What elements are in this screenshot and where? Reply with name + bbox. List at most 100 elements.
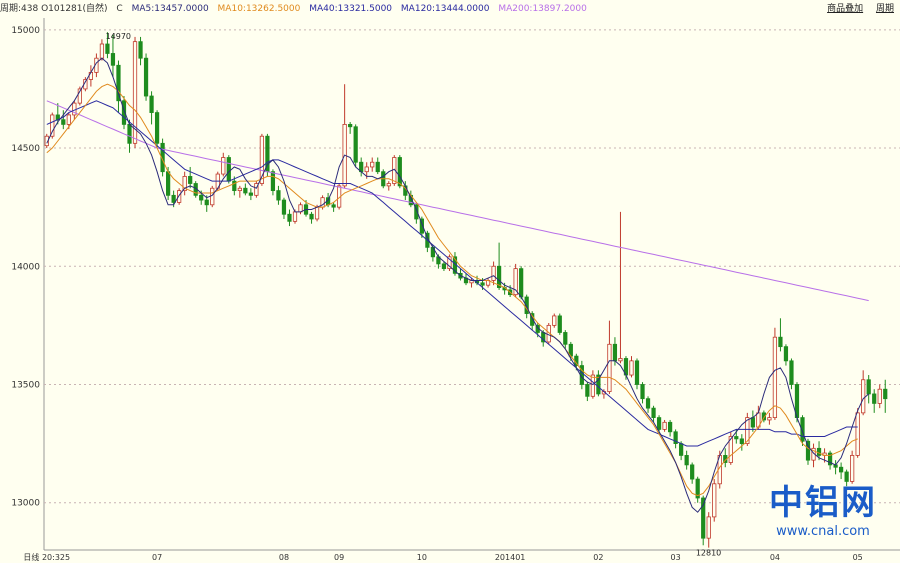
candle-body [651, 407, 656, 418]
watermark-url: www.cnal.com [776, 524, 870, 539]
candle-body [783, 346, 789, 362]
candle-body [590, 374, 595, 397]
candle-body [88, 71, 93, 80]
candle-body [789, 360, 794, 385]
candle-body [563, 332, 568, 345]
candle-body [778, 336, 783, 348]
watermark: 中铝网 www.cnal.com [758, 484, 888, 539]
candle-body [226, 157, 231, 182]
y-tick-label: 14500 [11, 144, 40, 154]
candle-body [386, 183, 391, 187]
candle-body [397, 157, 402, 187]
x-tick-label: 201401 [495, 553, 526, 562]
candle-body [557, 315, 562, 333]
candle-body [149, 95, 154, 113]
candle-body [364, 166, 369, 173]
candle-body [221, 157, 226, 175]
ma40-label: MA40:13321.5000 [309, 4, 393, 14]
candle-body [767, 417, 772, 421]
x-tick-label: 04 [770, 553, 780, 562]
candle-body [640, 384, 645, 400]
ma40-line [46, 100, 858, 447]
candlestick-chart[interactable]: 13000 13500 14000 14500 15000 日线 20:325 07 08 09… [0, 0, 900, 563]
candle-body [839, 466, 844, 473]
candle-body [116, 64, 121, 102]
candle-body [243, 187, 248, 194]
candle-body [270, 171, 276, 192]
x-tick-label: 03 [671, 553, 681, 562]
candle-body [99, 43, 105, 59]
candle-body [690, 464, 695, 480]
candle-body [237, 187, 242, 192]
candle-body [612, 343, 618, 362]
candle-body [734, 436, 739, 440]
candle-body [204, 199, 209, 206]
y-tick-label: 14000 [11, 262, 40, 272]
candle-body [276, 190, 281, 201]
candle-body [110, 53, 116, 66]
candle-body [61, 119, 66, 125]
candle-body [491, 265, 496, 281]
candle-body [171, 194, 176, 203]
candle-body [552, 315, 557, 326]
header-links: 商品叠加 周期 [817, 0, 894, 18]
ma120-label: MA120:13444.0000 [400, 4, 490, 14]
candle-body [739, 438, 744, 445]
x-tick-label: 09 [334, 553, 344, 562]
candle-body [480, 282, 485, 286]
price-annotation: 14970 [106, 32, 131, 41]
candle-body [281, 199, 287, 215]
indicator-header: 周期:438 O101281(自然) C MA5:13457.0000 MA10… [0, 0, 900, 18]
candle-body [292, 211, 298, 222]
candle-body [287, 213, 292, 222]
ma5-label: MA5:13457.0000 [131, 4, 209, 14]
candle-body [667, 421, 673, 433]
candle-body [750, 417, 755, 428]
candle-body [66, 114, 71, 125]
candle-body [105, 43, 110, 54]
y-tick-label: 13000 [11, 499, 40, 509]
x-tick-label: 08 [279, 553, 289, 562]
x-tick-label: 05 [853, 553, 863, 562]
candle-body [348, 124, 353, 128]
candle-body [127, 124, 132, 144]
ma200-line [46, 100, 869, 302]
ma10-label: MA10:13262.5000 [217, 4, 301, 14]
y-tick-label: 13500 [11, 380, 40, 390]
candle-body [629, 360, 634, 376]
candle-body [353, 126, 358, 163]
period-label: 周期:438 O101281(自然) [0, 4, 108, 14]
candle-body [188, 176, 193, 184]
candle-body [199, 194, 204, 201]
y-tick-label: 15000 [11, 26, 40, 36]
candle-body [872, 393, 877, 404]
candle-body [143, 57, 149, 97]
candle-body [877, 388, 882, 404]
x-tick-label: 02 [593, 553, 603, 562]
candle-body [656, 417, 662, 430]
candle-body [607, 343, 612, 392]
symbol-label: C [116, 4, 123, 14]
candle-body [154, 112, 160, 144]
period-link[interactable]: 周期 [876, 4, 894, 14]
x-tick-label: 日线 20:325 [23, 552, 70, 562]
candle-body [645, 398, 651, 409]
candle-body [375, 161, 380, 173]
candle-body [298, 204, 303, 213]
candle-body [370, 161, 375, 168]
ma200-label: MA200:13897.2000 [498, 4, 587, 14]
candle-body [850, 455, 855, 482]
candle-body [138, 41, 143, 59]
overlay-link[interactable]: 商品叠加 [827, 4, 863, 14]
candle-body [585, 384, 590, 397]
candle-body [684, 455, 689, 466]
candle-body [441, 263, 447, 270]
candle-body [210, 187, 215, 206]
candle-body [679, 443, 684, 456]
candle-body [634, 360, 640, 385]
x-tick-label: 07 [152, 553, 162, 562]
candle-body [309, 213, 314, 220]
candle-body [618, 358, 623, 362]
candle-body [861, 379, 866, 414]
watermark-logo: 中铝网 [769, 483, 877, 523]
